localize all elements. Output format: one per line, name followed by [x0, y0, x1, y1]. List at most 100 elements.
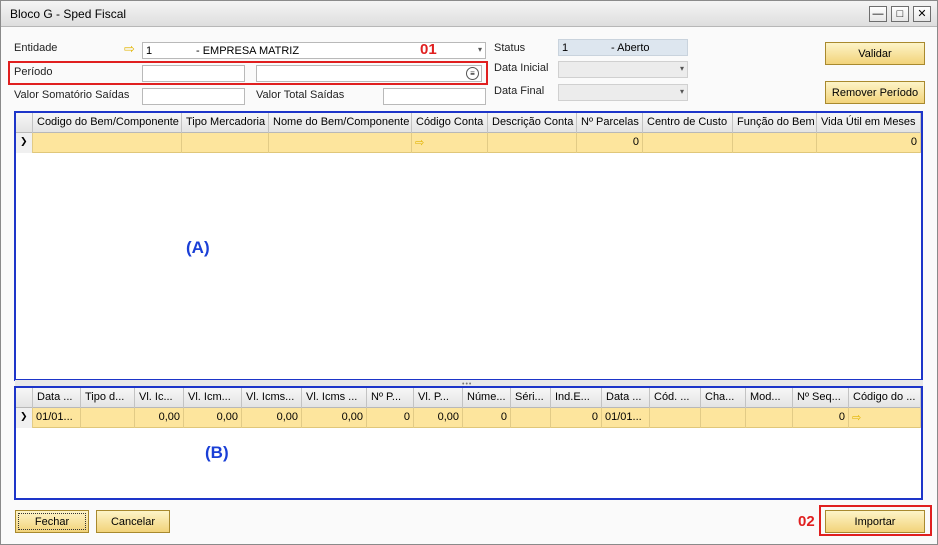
valor-somatorio-label: Valor Somatório Saídas: [14, 89, 130, 101]
remover-periodo-button[interactable]: Remover Período: [825, 81, 925, 104]
data-inicial-select[interactable]: ▾: [558, 61, 688, 78]
grid-b-cell[interactable]: 0,00: [414, 408, 463, 428]
grid-a-cell[interactable]: [33, 133, 182, 153]
periodo-description-field[interactable]: ≡: [256, 65, 482, 82]
status-value: - Aberto: [611, 42, 650, 54]
grid-a-corner: [16, 113, 33, 133]
grid-b-cell[interactable]: [81, 408, 135, 428]
row-selector-icon[interactable]: ❯: [16, 133, 33, 153]
sped-fiscal-window: Bloco G - Sped Fiscal — □ ✕ Entidade ⇨ 1…: [0, 0, 938, 545]
grid-a-col-header[interactable]: Código Conta: [412, 113, 488, 133]
grid-a-col-header[interactable]: Nome do Bem/Componente: [269, 113, 412, 133]
grid-b-cell[interactable]: [511, 408, 551, 428]
grid-a-cell[interactable]: [182, 133, 269, 153]
row-selector-icon[interactable]: ❯: [16, 408, 33, 428]
valor-total-label: Valor Total Saídas: [256, 89, 345, 101]
grid-a-col-header[interactable]: Codigo do Bem/Componente: [33, 113, 182, 133]
grid-b-col-header[interactable]: Núme...: [463, 388, 511, 408]
table-row[interactable]: ❯ 01/01... 0,00 0,00 0,00 0,00 0 0,00 0 …: [16, 408, 921, 428]
data-inicial-label: Data Inicial: [494, 62, 549, 74]
entidade-label: Entidade: [14, 42, 58, 54]
link-arrow-icon[interactable]: ⇨: [849, 408, 921, 428]
grid-b-cell[interactable]: 01/01...: [602, 408, 650, 428]
periodo-label: Período: [14, 66, 53, 78]
grid-b-col-header[interactable]: Nº Seq...: [793, 388, 849, 408]
grid-b-cell[interactable]: 0,00: [242, 408, 302, 428]
maximize-icon: □: [896, 7, 904, 20]
grid-b-cell[interactable]: [701, 408, 746, 428]
grid-b-cell[interactable]: [746, 408, 793, 428]
grid-b-col-header[interactable]: Ind.E...: [551, 388, 602, 408]
grid-b-col-header[interactable]: Data ...: [602, 388, 650, 408]
grid-a-cell[interactable]: [733, 133, 817, 153]
minimize-button[interactable]: —: [869, 6, 887, 22]
grid-a-cell[interactable]: [643, 133, 733, 153]
grid-b-col-header[interactable]: Vl. Icms...: [242, 388, 302, 408]
grid-b-col-header[interactable]: Tipo d...: [81, 388, 135, 408]
table-row[interactable]: ❯ ⇨ 0 0: [16, 133, 921, 153]
annotation-a: (A): [186, 238, 210, 257]
grid-b-col-header[interactable]: Data ...: [33, 388, 81, 408]
grid-b-cell[interactable]: 0: [551, 408, 602, 428]
grid-b-cell[interactable]: 0,00: [302, 408, 367, 428]
grid-a-col-header[interactable]: Tipo Mercadoria: [182, 113, 269, 133]
grid-a-col-header[interactable]: Descrição Conta: [488, 113, 577, 133]
grid-a-cell[interactable]: [269, 133, 412, 153]
grid-a-col-header[interactable]: Função do Bem: [733, 113, 817, 133]
grid-b-col-header[interactable]: Mod...: [746, 388, 793, 408]
grid-b-col-header[interactable]: Nº P...: [367, 388, 414, 408]
valor-somatorio-input[interactable]: [142, 88, 245, 105]
fechar-button[interactable]: Fechar: [15, 510, 89, 533]
periodo-input[interactable]: [142, 65, 245, 82]
grid-b-col-header[interactable]: Vl. Icm...: [184, 388, 242, 408]
grid-b-col-header[interactable]: Séri...: [511, 388, 551, 408]
entidade-name: - EMPRESA MATRIZ: [196, 45, 300, 57]
chevron-down-icon[interactable]: ▾: [680, 64, 684, 73]
grid-b-col-header[interactable]: Vl. P...: [414, 388, 463, 408]
grid-a: Codigo do Bem/Componente Tipo Mercadoria…: [14, 111, 923, 381]
data-final-select[interactable]: ▾: [558, 84, 688, 101]
grid-a-cell[interactable]: [488, 133, 577, 153]
grid-b-cell[interactable]: 0: [793, 408, 849, 428]
link-arrow-icon[interactable]: ⇨: [124, 42, 135, 55]
grid-a-cell[interactable]: 0: [817, 133, 921, 153]
annotation-02: 02: [798, 513, 815, 530]
close-button[interactable]: ✕: [913, 6, 931, 22]
data-final-label: Data Final: [494, 85, 545, 97]
grid-a-col-header[interactable]: Centro de Custo: [643, 113, 733, 133]
importar-button[interactable]: Importar: [825, 510, 925, 533]
close-icon: ✕: [917, 7, 927, 20]
grid-b-cell[interactable]: 0: [463, 408, 511, 428]
grid-b-header: Data ... Tipo d... Vl. Ic... Vl. Icm... …: [16, 388, 921, 408]
grid-b-cell[interactable]: 0: [367, 408, 414, 428]
valor-total-input[interactable]: [383, 88, 486, 105]
cancelar-button[interactable]: Cancelar: [96, 510, 170, 533]
grid-b-col-header[interactable]: Cód. ...: [650, 388, 701, 408]
chevron-down-icon[interactable]: ▾: [680, 87, 684, 96]
grid-b-cell[interactable]: 0,00: [184, 408, 242, 428]
annotation-01: 01: [420, 41, 437, 58]
minimize-icon: —: [872, 7, 884, 20]
annotation-b: (B): [205, 443, 229, 462]
grid-b-cell[interactable]: [650, 408, 701, 428]
link-arrow-icon[interactable]: ⇨: [412, 133, 488, 153]
grid-a-cell[interactable]: 0: [577, 133, 643, 153]
list-choose-icon[interactable]: ≡: [466, 67, 479, 80]
grid-a-col-header[interactable]: Vida Útil em Meses: [817, 113, 921, 133]
grid-b-corner: [16, 388, 33, 408]
grid-b-col-header[interactable]: Vl. Ic...: [135, 388, 184, 408]
grid-b-col-header[interactable]: Código do ...: [849, 388, 921, 408]
chevron-down-icon[interactable]: ▾: [478, 45, 482, 54]
status-label: Status: [494, 42, 526, 54]
validar-button[interactable]: Validar: [825, 42, 925, 65]
grid-b: Data ... Tipo d... Vl. Ic... Vl. Icm... …: [14, 386, 923, 500]
status-code: 1: [562, 42, 569, 54]
grid-b-col-header[interactable]: Cha...: [701, 388, 746, 408]
grid-b-col-header[interactable]: Vl. Icms ...: [302, 388, 367, 408]
maximize-button[interactable]: □: [891, 6, 909, 22]
grid-a-col-header[interactable]: Nº Parcelas: [577, 113, 643, 133]
grid-b-cell[interactable]: 0,00: [135, 408, 184, 428]
grid-a-header: Codigo do Bem/Componente Tipo Mercadoria…: [16, 113, 921, 133]
title-bar: Bloco G - Sped Fiscal — □ ✕: [1, 1, 937, 27]
grid-b-cell[interactable]: 01/01...: [33, 408, 81, 428]
